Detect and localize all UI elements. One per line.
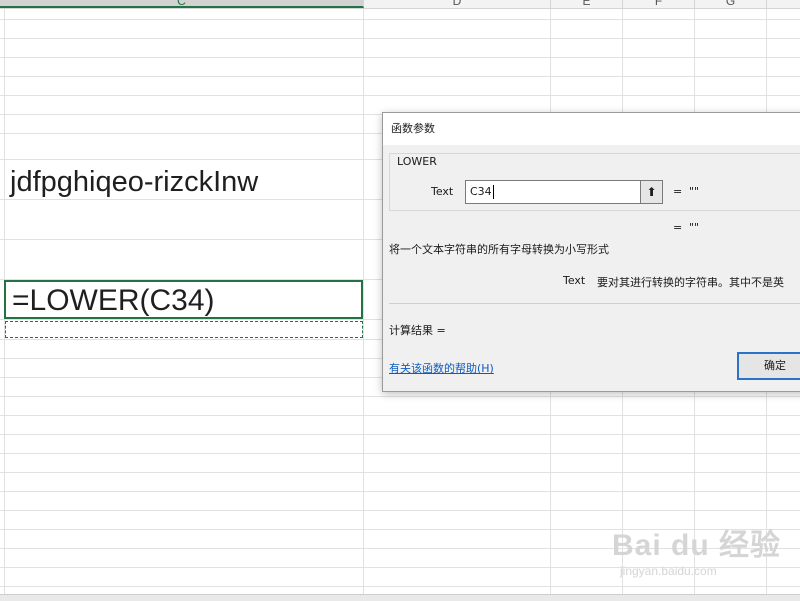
function-evaluated-value: "" [689,221,700,234]
collapse-dialog-button[interactable]: ⬆ [641,180,663,204]
dialog-title: 函数参数 [383,113,800,145]
text-arg-input[interactable]: C34 [465,180,641,204]
arg-evaluated-value: "" [689,185,700,198]
calculation-result-label: 计算结果 = [389,324,446,337]
column-header-bar: C D E F G [0,0,800,9]
baidu-jingyan-watermark: Bai du 经验 jingyan.baidu.com [612,520,782,578]
dialog-separator [389,303,800,304]
column-header-e[interactable]: E [551,0,623,8]
function-arguments-dialog: 函数参数 LOWER Text C34 ⬆ = "" = "" 将一个文本字符串… [382,112,800,392]
column-header-g[interactable]: G [695,0,767,8]
column-header-f[interactable]: F [623,0,695,8]
column-header-d[interactable]: D [364,0,551,8]
arg-equals-sign: = [673,185,683,198]
cell-c-text[interactable]: jdfpghiqeo-rizckInw [10,166,258,199]
function-help-link[interactable]: 有关该函数的帮助(H) [389,360,494,376]
text-caret [492,185,494,199]
copy-selection-marquee [5,321,363,338]
function-equals-sign: = [673,221,683,234]
watermark-sub-text: jingyan.baidu.com [620,564,717,578]
watermark-main-text: Bai du 经验 [612,529,782,562]
function-name-label: LOWER [395,155,439,168]
text-arg-label: Text [431,185,454,198]
arg-description-text: 要对其进行转换的字符串。其中不是英 [597,276,784,289]
function-description: 将一个文本字符串的所有字母转换为小写形式 [389,243,609,256]
ok-button[interactable]: 确定 [737,352,800,380]
column-header-c[interactable]: C [0,0,364,8]
arg-description-name: Text [563,274,586,287]
arrow-up-icon: ⬆ [646,185,657,199]
text-arg-value: C34 [470,185,492,198]
cell-c-formula[interactable]: =LOWER(C34) [12,284,215,318]
